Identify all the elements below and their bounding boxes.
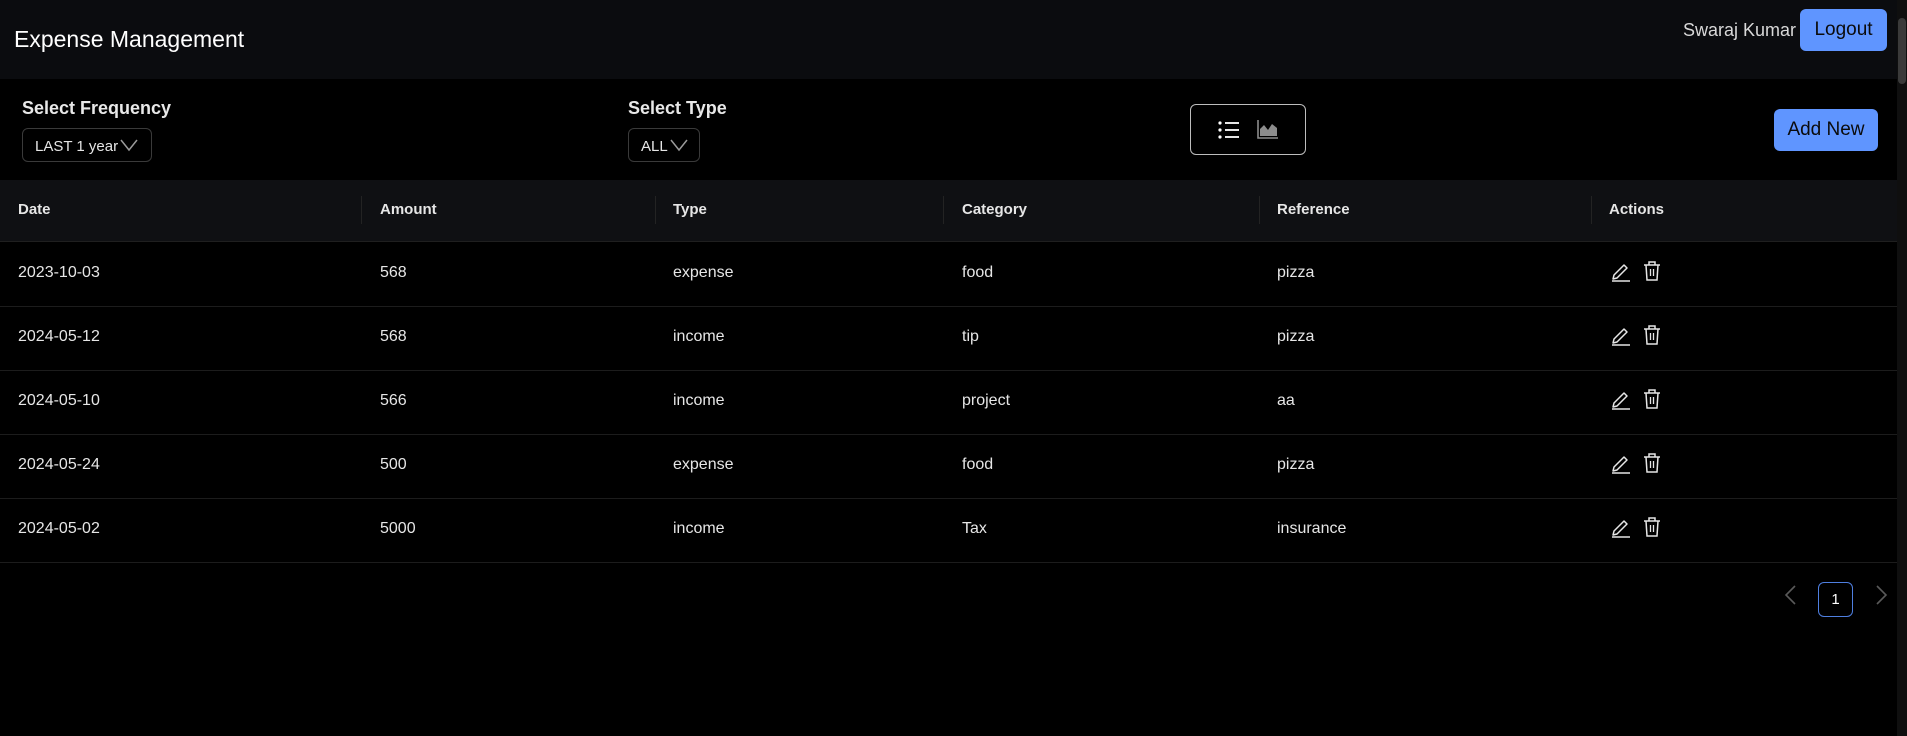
- chevron-left-icon[interactable]: [1783, 584, 1799, 606]
- chevron-down-icon: [120, 139, 138, 152]
- column-header-category[interactable]: Category: [962, 201, 1027, 218]
- cell-reference: aa: [1277, 392, 1295, 409]
- pagination-page[interactable]: 1: [1818, 582, 1853, 617]
- column-divider: [655, 196, 656, 224]
- column-header-amount[interactable]: Amount: [380, 201, 437, 218]
- cell-date: 2024-05-24: [18, 456, 100, 473]
- type-label: Select Type: [628, 98, 727, 118]
- logout-button[interactable]: Logout: [1800, 9, 1887, 51]
- cell-reference: pizza: [1277, 456, 1315, 473]
- type-select[interactable]: ALL: [628, 128, 700, 162]
- cell-type: expense: [673, 264, 734, 281]
- cell-reference: insurance: [1277, 520, 1347, 537]
- table-row: 2024-05-24 500 expense food pizza: [0, 434, 1897, 499]
- column-header-date[interactable]: Date: [18, 201, 51, 218]
- delete-icon[interactable]: [1642, 324, 1662, 346]
- column-divider: [1259, 196, 1260, 224]
- view-toggle: [1190, 104, 1306, 155]
- chevron-down-icon: [670, 139, 688, 152]
- cell-date: 2023-10-03: [18, 264, 100, 281]
- cell-category: tip: [962, 328, 979, 345]
- cell-category: food: [962, 264, 994, 281]
- app-title: Expense Management: [14, 26, 245, 52]
- cell-date: 2024-05-10: [18, 392, 100, 409]
- column-header-type[interactable]: Type: [673, 201, 707, 218]
- cell-reference: pizza: [1277, 264, 1315, 281]
- delete-icon[interactable]: [1642, 516, 1662, 538]
- page-scrollbar[interactable]: [1897, 0, 1907, 736]
- column-header-actions: Actions: [1609, 201, 1665, 218]
- table-row: 2023-10-03 568 expense food pizza: [0, 242, 1897, 307]
- cell-category: Tax: [962, 520, 987, 537]
- column-header-reference[interactable]: Reference: [1277, 201, 1350, 218]
- edit-icon[interactable]: [1610, 324, 1632, 346]
- delete-icon[interactable]: [1642, 452, 1662, 474]
- cell-amount: 568: [380, 264, 407, 281]
- table-row: 2024-05-10 566 income project aa: [0, 370, 1897, 435]
- cell-amount: 500: [380, 456, 407, 473]
- navbar: Expense Management Swaraj Kumar Logout: [0, 0, 1897, 79]
- scrollbar-thumb[interactable]: [1898, 18, 1906, 84]
- cell-category: food: [962, 456, 994, 473]
- type-value: ALL: [641, 138, 668, 155]
- cell-type: income: [673, 328, 725, 345]
- table-header: Date Amount Type Category Reference Acti…: [0, 180, 1897, 242]
- area-chart-icon[interactable]: [1257, 119, 1279, 139]
- frequency-label: Select Frequency: [22, 98, 172, 118]
- table-row: 2024-05-12 568 income tip pizza: [0, 306, 1897, 371]
- column-divider: [1591, 196, 1592, 224]
- cell-category: project: [962, 392, 1011, 409]
- column-divider: [943, 196, 944, 224]
- cell-amount: 568: [380, 328, 407, 345]
- column-divider: [361, 196, 362, 224]
- frequency-select[interactable]: LAST 1 year: [22, 128, 152, 162]
- edit-icon[interactable]: [1610, 516, 1632, 538]
- frequency-value: LAST 1 year: [35, 138, 119, 155]
- edit-icon[interactable]: [1610, 260, 1632, 282]
- cell-type: income: [673, 392, 725, 409]
- edit-icon[interactable]: [1610, 388, 1632, 410]
- cell-date: 2024-05-12: [18, 328, 100, 345]
- add-new-button[interactable]: Add New: [1774, 109, 1878, 151]
- cell-reference: pizza: [1277, 328, 1315, 345]
- chevron-right-icon[interactable]: [1873, 584, 1889, 606]
- cell-type: income: [673, 520, 725, 537]
- cell-date: 2024-05-02: [18, 520, 100, 537]
- cell-amount: 5000: [380, 520, 416, 537]
- delete-icon[interactable]: [1642, 388, 1662, 410]
- delete-icon[interactable]: [1642, 260, 1662, 282]
- edit-icon[interactable]: [1610, 452, 1632, 474]
- list-icon[interactable]: [1217, 119, 1241, 141]
- cell-amount: 566: [380, 392, 407, 409]
- cell-type: expense: [673, 456, 734, 473]
- table-row: 2024-05-02 5000 income Tax insurance: [0, 498, 1897, 563]
- user-name: Swaraj Kumar: [1683, 20, 1797, 40]
